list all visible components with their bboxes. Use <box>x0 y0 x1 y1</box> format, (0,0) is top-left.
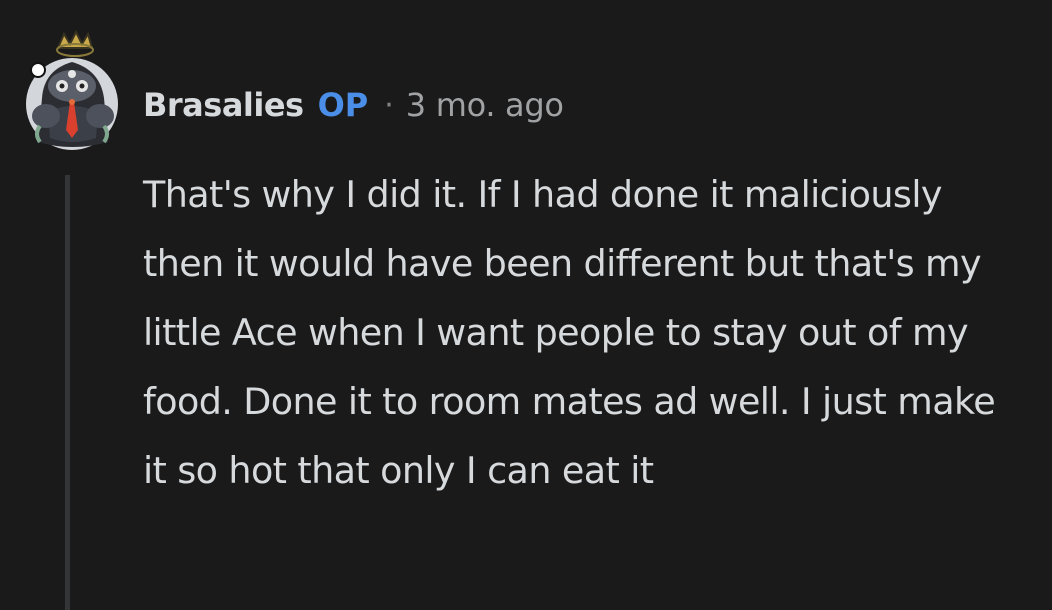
username-link[interactable]: Brasalies <box>143 86 304 124</box>
comment: Brasalies OP · 3 mo. ago That's why I di… <box>0 0 1052 610</box>
user-avatar[interactable] <box>24 30 120 150</box>
meta-separator: · <box>384 87 394 123</box>
snoo-avatar-icon <box>26 30 118 150</box>
comment-text: That's why I did it. If I had done it ma… <box>143 173 996 492</box>
op-badge: OP <box>317 86 369 124</box>
comment-body: That's why I did it. If I had done it ma… <box>143 160 1023 505</box>
comment-header: Brasalies OP · 3 mo. ago <box>143 80 564 130</box>
comment-timestamp[interactable]: 3 mo. ago <box>406 86 564 124</box>
thread-collapse-line[interactable] <box>65 175 70 610</box>
